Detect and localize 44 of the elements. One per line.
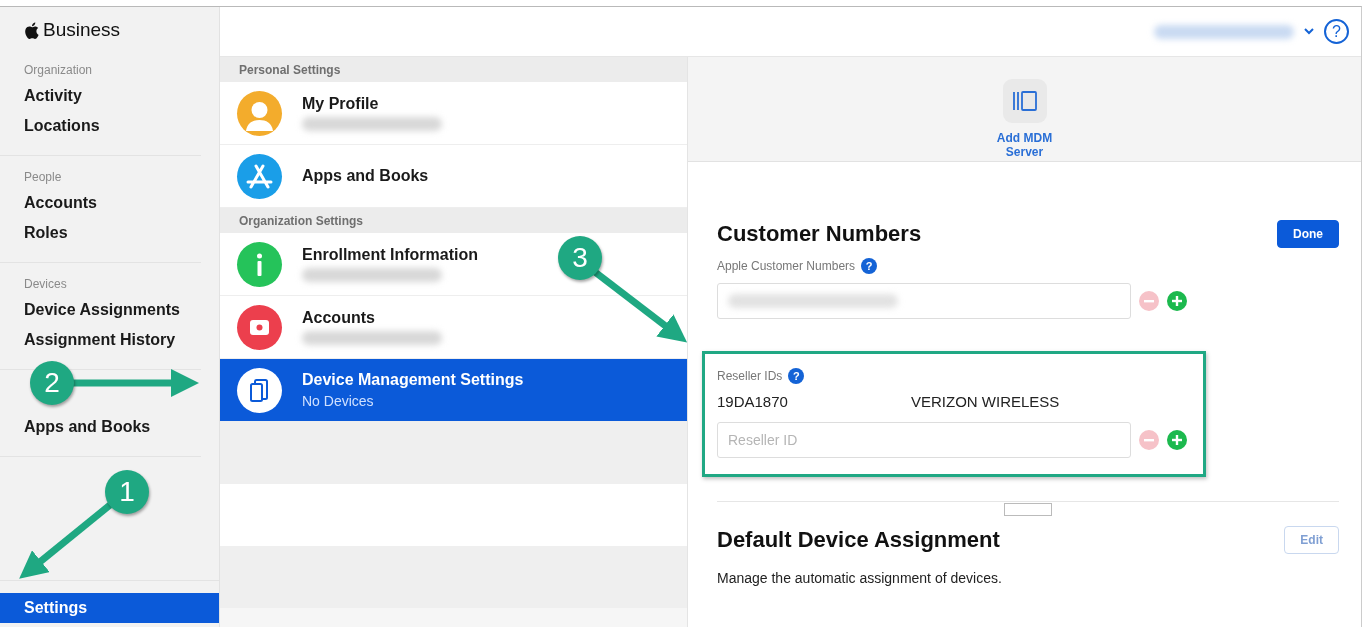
reseller-name: VERIZON WIRELESS — [911, 393, 1060, 410]
row-title: My Profile — [302, 95, 380, 113]
section-label: Devices — [24, 277, 68, 291]
done-button[interactable]: Done — [1277, 220, 1339, 248]
settings-row[interactable]: Device Management Settings No Devices — [220, 359, 687, 422]
sidebar-item[interactable]: Assignment History — [24, 325, 201, 355]
reseller-id: 19DA1870 — [717, 393, 789, 410]
sidebar-item[interactable]: Device Assignments — [24, 295, 201, 325]
brand-name: Business — [43, 19, 121, 41]
apple-logo-icon — [24, 21, 39, 39]
row-subtitle: No Devices — [302, 393, 375, 409]
customer-number-field[interactable] — [717, 283, 1131, 319]
field-label: Apple Customer Numbers — [717, 259, 856, 273]
add-icon[interactable] — [1167, 291, 1187, 311]
empty-box — [1004, 503, 1052, 516]
settings-row[interactable]: Apps and Books — [220, 145, 687, 208]
sidebar-item[interactable]: Settings — [0, 593, 219, 623]
row-title: Accounts — [302, 309, 376, 327]
sidebar-item[interactable]: Activity — [24, 81, 201, 111]
reseller-id-field[interactable]: Reseller ID — [717, 422, 1131, 458]
help-icon[interactable]: ? — [861, 258, 878, 274]
settings-row[interactable]: Accounts — [220, 296, 687, 359]
row-title: Device Management Settings — [302, 371, 524, 389]
sidebar-item[interactable]: Locations — [24, 111, 201, 141]
sidebar-item[interactable]: Accounts — [24, 188, 201, 218]
section-title: Customer Numbers — [717, 221, 922, 247]
add-server-label[interactable]: Add MDM Server — [989, 131, 1060, 159]
help-icon[interactable]: ? — [788, 368, 805, 384]
chevron-down-icon[interactable] — [1304, 28, 1314, 35]
section-label: People — [24, 170, 63, 184]
help-icon[interactable]: ? — [1324, 19, 1349, 44]
sidebar-item[interactable]: Roles — [24, 218, 201, 248]
sidebar-item[interactable]: Apps and Books — [24, 412, 201, 442]
section-label: Organization — [24, 63, 94, 77]
row-title: Enrollment Information — [302, 246, 478, 264]
add-icon[interactable] — [1167, 430, 1187, 450]
settings-row[interactable]: My Profile — [220, 82, 687, 145]
field-label: Reseller IDs — [717, 369, 783, 383]
section-title: Default Device Assignment — [717, 527, 1000, 553]
server-icon[interactable] — [1002, 79, 1047, 123]
list-section-header: Personal Settings — [220, 57, 687, 82]
list-section-header: Organization Settings — [220, 208, 687, 233]
row-title: Apps and Books — [302, 167, 429, 185]
section-description: Manage the automatic assignment of devices. — [717, 570, 1003, 586]
